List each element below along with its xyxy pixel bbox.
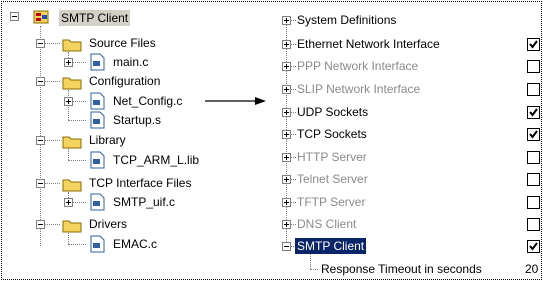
expand-net-config-toggle[interactable] xyxy=(64,97,73,106)
file-icon xyxy=(90,151,105,169)
option-telnet-server[interactable]: Telnet Server xyxy=(297,171,368,187)
option-dns-client[interactable]: DNS Client xyxy=(297,216,356,232)
response-timeout-value[interactable]: 20 xyxy=(525,261,538,277)
option-tcp-sockets[interactable]: TCP Sockets xyxy=(297,126,367,142)
option-ethernet-interface[interactable]: Ethernet Network Interface xyxy=(297,36,440,52)
checkbox-udp[interactable] xyxy=(527,106,540,119)
file-icon xyxy=(90,53,105,71)
expand-main-c-toggle[interactable] xyxy=(64,58,73,67)
checkbox-tftp[interactable] xyxy=(527,196,540,209)
option-udp-sockets[interactable]: UDP Sockets xyxy=(297,104,368,120)
collapse-source-files-toggle[interactable] xyxy=(36,39,45,48)
checkbox-smtp[interactable] xyxy=(527,240,540,253)
folder-tcp-interface-files[interactable]: TCP Interface Files xyxy=(89,175,191,191)
arrow-right-icon xyxy=(205,97,266,105)
folder-icon xyxy=(62,220,82,233)
option-tftp-server[interactable]: TFTP Server xyxy=(297,194,365,210)
option-http-server[interactable]: HTTP Server xyxy=(297,149,367,165)
folder-icon xyxy=(62,179,82,192)
file-tcp-arm-lib[interactable]: TCP_ARM_L.lib xyxy=(113,152,199,168)
file-icon xyxy=(90,92,105,110)
checkbox-ppp[interactable] xyxy=(527,60,540,73)
file-main-c[interactable]: main.c xyxy=(113,54,148,70)
folder-drivers[interactable]: Drivers xyxy=(89,216,127,232)
expand-tftp[interactable] xyxy=(282,198,291,207)
expand-telnet[interactable] xyxy=(282,175,291,184)
file-icon xyxy=(90,193,105,211)
expand-system-definitions[interactable] xyxy=(282,16,291,25)
expand-smtp-uif-toggle[interactable] xyxy=(64,198,73,207)
checkbox-slip[interactable] xyxy=(527,83,540,96)
collapse-tcp-interface-toggle[interactable] xyxy=(36,179,45,188)
folder-icon xyxy=(62,39,82,52)
checkbox-dns[interactable] xyxy=(527,218,540,231)
expand-ethernet[interactable] xyxy=(282,40,291,49)
expand-udp[interactable] xyxy=(282,108,291,117)
file-net-config-c[interactable]: Net_Config.c xyxy=(113,93,182,109)
file-icon xyxy=(90,111,105,129)
folder-configuration[interactable]: Configuration xyxy=(89,73,160,89)
option-smtp-client[interactable]: SMTP Client xyxy=(295,238,367,254)
option-ppp-interface[interactable]: PPP Network Interface xyxy=(297,58,418,74)
file-startup-s[interactable]: Startup.s xyxy=(113,112,161,128)
folder-source-files[interactable]: Source Files xyxy=(89,35,156,51)
expand-ppp[interactable] xyxy=(282,62,291,71)
folder-library[interactable]: Library xyxy=(89,132,126,148)
option-slip-interface[interactable]: SLIP Network Interface xyxy=(297,81,420,97)
expand-tcp[interactable] xyxy=(282,130,291,139)
expand-http[interactable] xyxy=(282,153,291,162)
checkbox-tcp[interactable] xyxy=(527,128,540,141)
checkbox-ethernet[interactable] xyxy=(527,38,540,51)
file-emac-c[interactable]: EMAC.c xyxy=(113,236,157,252)
root-label[interactable]: SMTP Client xyxy=(59,10,131,26)
file-icon xyxy=(90,235,105,253)
checkbox-telnet[interactable] xyxy=(527,173,540,186)
option-response-timeout[interactable]: Response Timeout in seconds xyxy=(321,261,482,277)
file-smtp-uif-c[interactable]: SMTP_uif.c xyxy=(113,194,175,210)
collapse-library-toggle[interactable] xyxy=(36,136,45,145)
checkbox-http[interactable] xyxy=(527,151,540,164)
folder-icon xyxy=(62,136,82,149)
collapse-drivers-toggle[interactable] xyxy=(36,220,45,229)
option-system-definitions[interactable]: System Definitions xyxy=(297,12,396,28)
collapse-root-toggle[interactable] xyxy=(10,12,19,21)
expand-dns[interactable] xyxy=(282,220,291,229)
expand-slip[interactable] xyxy=(282,85,291,94)
folder-icon xyxy=(62,77,82,90)
collapse-smtp-client[interactable] xyxy=(282,242,291,251)
project-icon xyxy=(33,10,49,24)
collapse-configuration-toggle[interactable] xyxy=(36,77,45,86)
